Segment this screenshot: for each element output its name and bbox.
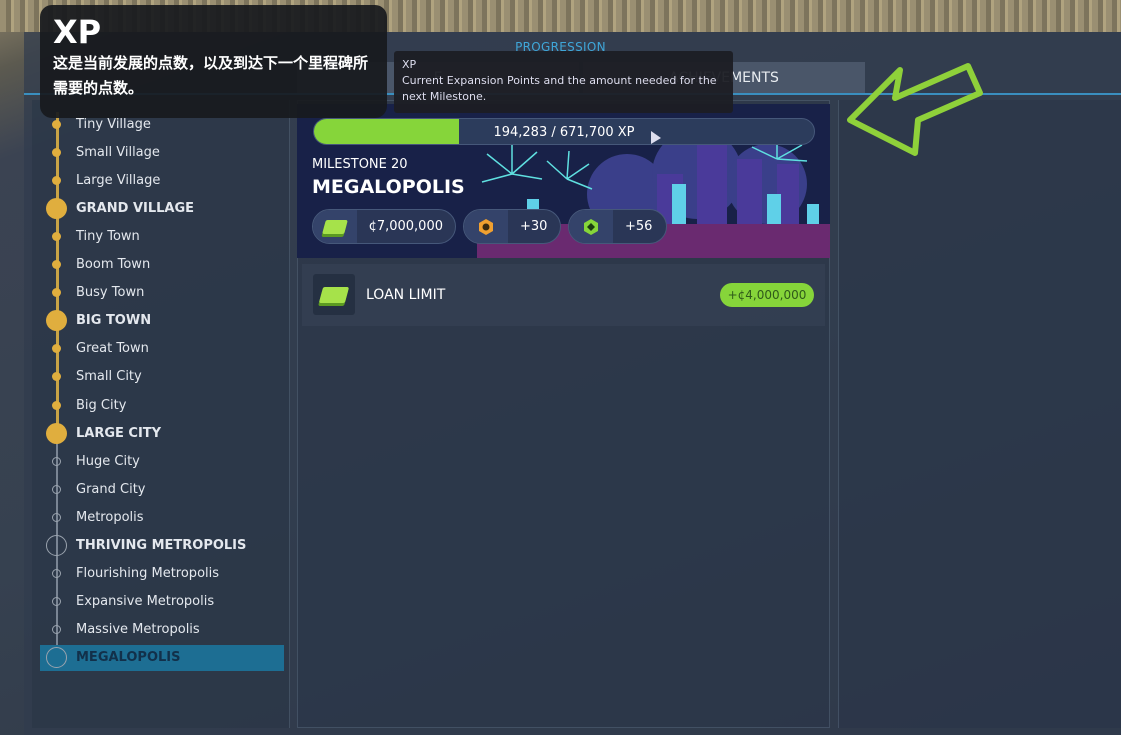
milestone-item[interactable]: THRIVING METROPOLIS — [40, 533, 284, 559]
milestone-item[interactable]: Metropolis — [40, 504, 284, 530]
milestone-label: MEGALOPOLIS — [76, 650, 181, 666]
milestone-marker-icon — [52, 260, 61, 269]
milestone-label: BIG TOWN — [76, 313, 152, 329]
milestone-item[interactable]: Expansive Metropolis — [40, 589, 284, 615]
milestone-item[interactable]: Huge City — [40, 448, 284, 474]
overlay-title: XP — [53, 13, 102, 51]
tooltip-title: XP — [402, 58, 417, 71]
mouse-cursor-icon — [651, 131, 661, 144]
xp-tooltip: XP Current Expansion Points and the amou… — [394, 51, 733, 113]
milestone-marker-icon — [52, 147, 61, 157]
milestone-marker-icon — [46, 310, 67, 332]
milestone-label: Small City — [76, 369, 142, 385]
milestone-item[interactable]: Great Town — [40, 336, 284, 362]
milestone-label: Tiny Village — [76, 116, 151, 132]
milestone-number: MILESTONE 20 — [312, 157, 408, 172]
milestone-marker-icon — [52, 569, 61, 579]
milestone-label: Massive Metropolis — [76, 622, 200, 638]
overlay-text: 这是当前发展的点数，以及到达下一个里程碑所需要的点数。 — [53, 54, 369, 97]
milestone-item[interactable]: Big City — [40, 392, 284, 418]
money-icon — [313, 274, 355, 315]
reward-value: ¢7,000,000 — [368, 219, 443, 234]
xp-progress-text: 194,283 / 671,700 XP — [493, 125, 635, 140]
milestone-item[interactable]: Large Village — [40, 167, 284, 193]
milestone-label: Tiny Town — [76, 228, 140, 244]
milestone-label: Boom Town — [76, 257, 151, 272]
right-panel — [838, 100, 1121, 728]
milestone-label: LARGE CITY — [76, 425, 162, 441]
milestone-marker-icon — [52, 597, 61, 607]
milestone-marker-icon — [46, 535, 67, 556]
expansion-tile-icon — [569, 210, 613, 243]
milestone-item[interactable]: Boom Town — [40, 252, 284, 278]
milestone-marker-icon — [52, 372, 61, 382]
development-point-icon — [464, 210, 508, 243]
milestone-marker-icon — [52, 119, 61, 129]
milestone-item[interactable]: MEGALOPOLIS — [40, 644, 284, 671]
milestone-marker-icon — [52, 288, 61, 298]
milestone-label: Big City — [76, 397, 127, 413]
milestone-marker-icon — [46, 422, 67, 444]
milestone-marker-icon — [52, 512, 61, 522]
milestone-marker-icon — [46, 197, 67, 219]
milestone-label: THRIVING METROPOLIS — [76, 538, 247, 553]
milestone-item[interactable]: Tiny Town — [40, 223, 284, 249]
milestone-label: Small Village — [76, 144, 160, 160]
milestone-marker-icon — [52, 400, 61, 410]
tooltip-text: Current Expansion Points and the amount … — [402, 74, 717, 103]
reward-value: +30 — [520, 219, 548, 234]
milestone-marker-icon — [52, 456, 61, 466]
milestone-item[interactable]: BIG TOWN — [40, 308, 284, 334]
milestone-item[interactable]: Small Village — [40, 139, 284, 165]
milestone-item[interactable]: Busy Town — [40, 280, 284, 306]
reward-development-points[interactable]: +30 — [463, 209, 561, 244]
xp-progress-bar[interactable]: 194,283 / 671,700 XP — [313, 118, 815, 145]
milestone-label: Busy Town — [76, 285, 145, 301]
unlock-value-badge: +¢4,000,000 — [720, 283, 814, 307]
reward-value: +56 — [625, 219, 653, 234]
milestone-marker-icon — [52, 344, 61, 354]
milestone-item[interactable]: Massive Metropolis — [40, 617, 284, 643]
milestone-item[interactable]: LARGE CITY — [40, 420, 284, 446]
unlock-label: LOAN LIMIT — [366, 287, 446, 303]
milestone-label: Large Village — [76, 172, 161, 188]
annotation-arrow-icon — [847, 63, 983, 156]
milestone-label: Expansive Metropolis — [76, 594, 215, 610]
milestone-label: Flourishing Metropolis — [76, 566, 220, 582]
milestone-label: Grand City — [76, 481, 146, 497]
milestone-label: GRAND VILLAGE — [76, 200, 195, 216]
milestone-item[interactable]: Small City — [40, 364, 284, 390]
milestone-label: Huge City — [76, 453, 140, 469]
money-icon — [313, 210, 357, 243]
milestone-name: MEGALOPOLIS — [312, 176, 465, 198]
reward-expansion-tiles[interactable]: +56 — [568, 209, 667, 244]
reward-money[interactable]: ¢7,000,000 — [312, 209, 456, 244]
milestone-marker-icon — [46, 647, 67, 669]
milestone-marker-icon — [52, 175, 61, 185]
milestone-marker-icon — [52, 625, 61, 635]
milestone-item[interactable]: Grand City — [40, 476, 284, 502]
milestone-item[interactable]: GRAND VILLAGE — [40, 195, 284, 221]
milestone-label: Metropolis — [76, 509, 144, 525]
milestone-marker-icon — [52, 484, 61, 494]
annotation-overlay: XP 这是当前发展的点数，以及到达下一个里程碑所需要的点数。 — [40, 5, 387, 118]
milestone-item[interactable]: Flourishing Metropolis — [40, 561, 284, 587]
milestone-marker-icon — [52, 231, 61, 241]
milestone-label: Great Town — [76, 341, 149, 357]
